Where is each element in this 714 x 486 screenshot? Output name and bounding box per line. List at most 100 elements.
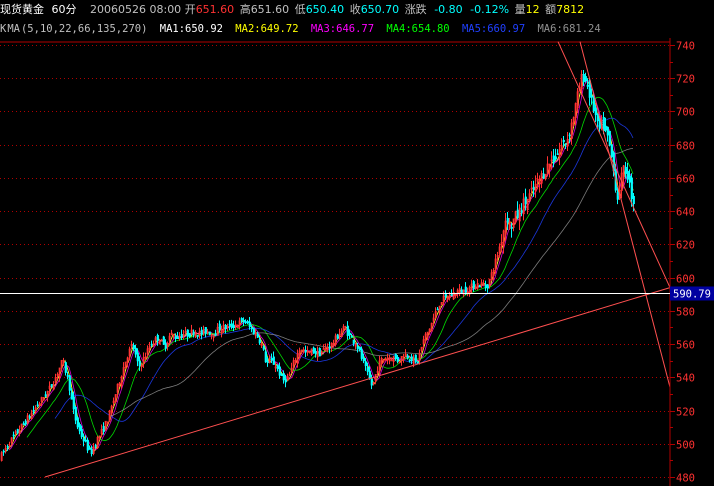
candle-body [174,336,177,340]
candle-body [88,448,91,450]
candle-body [564,143,567,146]
candle-body [150,343,153,346]
candle-body [562,139,565,143]
candle-body [232,324,235,328]
channel-line-upper-a [557,41,671,288]
candle-body [346,325,349,336]
candle-body [68,375,71,391]
candle-body [132,345,135,349]
candle-body [136,352,139,362]
candle-body [464,286,467,294]
channel-line-upper-b [579,41,671,388]
candle-body [248,321,251,328]
candle-body [230,323,233,328]
moving-average-lines [4,77,634,453]
candle-body [630,177,633,200]
candle-body [608,130,611,146]
y-tick-label: 680 [676,141,695,153]
candle-body [606,126,609,136]
candle-body [200,329,203,335]
candle-body [22,423,25,425]
candle-body [352,339,355,344]
ma-line-2 [4,77,634,453]
candle-body [328,346,331,349]
candle-body [250,327,253,330]
candle-body [278,366,281,376]
candle-body [610,144,613,158]
candle-body [304,349,307,353]
candle-body [516,209,519,219]
y-tick-label: 480 [676,473,695,485]
candle-body [460,289,463,294]
candle-body [186,329,189,337]
candle-body [262,346,265,350]
candle-body [350,335,353,338]
candle-body [368,370,371,380]
price-axis: 740 720 700 680 660 640 620 600 580 560 540 520 500 4… [669,38,695,486]
candle-body [276,365,279,369]
candle-body [520,210,523,213]
candle-body [472,281,475,290]
candle-body [390,359,393,362]
candle-body [594,107,597,116]
candle-body [214,333,217,336]
candle-body [632,195,635,205]
candle-body [314,351,317,354]
y-tick-label: 740 [676,41,695,53]
y-tick-label: 560 [676,340,695,352]
candle-body [74,406,77,421]
candle-body [532,186,535,190]
candle-body [224,325,227,330]
candle-body [450,293,453,297]
candle-body [364,361,367,367]
candle-body [50,384,53,387]
candle-body [24,420,27,425]
candle-body [318,348,321,357]
candle-body [64,362,67,373]
candle-body [486,284,489,289]
candle-body [264,351,267,363]
candle-body [416,361,419,364]
candle-body [396,357,399,362]
candle-body [348,332,351,335]
candle-body [554,156,557,160]
candle-body [102,426,105,432]
candle-body [240,318,243,321]
candle-body [370,378,373,386]
candle-body [86,440,89,451]
grid-lines [0,41,670,478]
candle-body [336,334,339,339]
candle-body [156,334,159,342]
candle-body [84,439,87,442]
candle-body [556,153,559,155]
candle-body [12,434,15,437]
candle-body [180,334,183,338]
candle-body [2,450,5,453]
candle-body [44,394,47,397]
y-tick-label: 580 [676,307,695,319]
y-tick-label: 620 [676,240,695,252]
candle-body [358,347,361,351]
candle-body [228,323,231,326]
price-chart[interactable]: 740 720 700 680 660 640 620 600 580 560 540 520 500 4… [0,0,714,486]
candle-body [138,361,141,367]
candle-body [90,448,93,455]
candle-body [266,360,269,363]
candle-body [406,355,409,359]
candle-body [218,323,221,331]
candle-body [506,217,509,223]
candle-body [356,346,359,349]
candle-body [604,125,607,131]
candle-body [394,353,397,359]
y-tick-label: 640 [676,207,695,219]
candle-body [312,347,315,354]
candle-body [204,327,207,334]
candle-body [176,336,179,339]
candle-body [586,84,589,87]
candle-body [162,336,165,345]
candle-body [252,328,255,335]
candle-body [410,356,413,362]
candle-body [602,117,605,132]
candle-body [270,357,273,361]
candle-body [78,424,81,432]
